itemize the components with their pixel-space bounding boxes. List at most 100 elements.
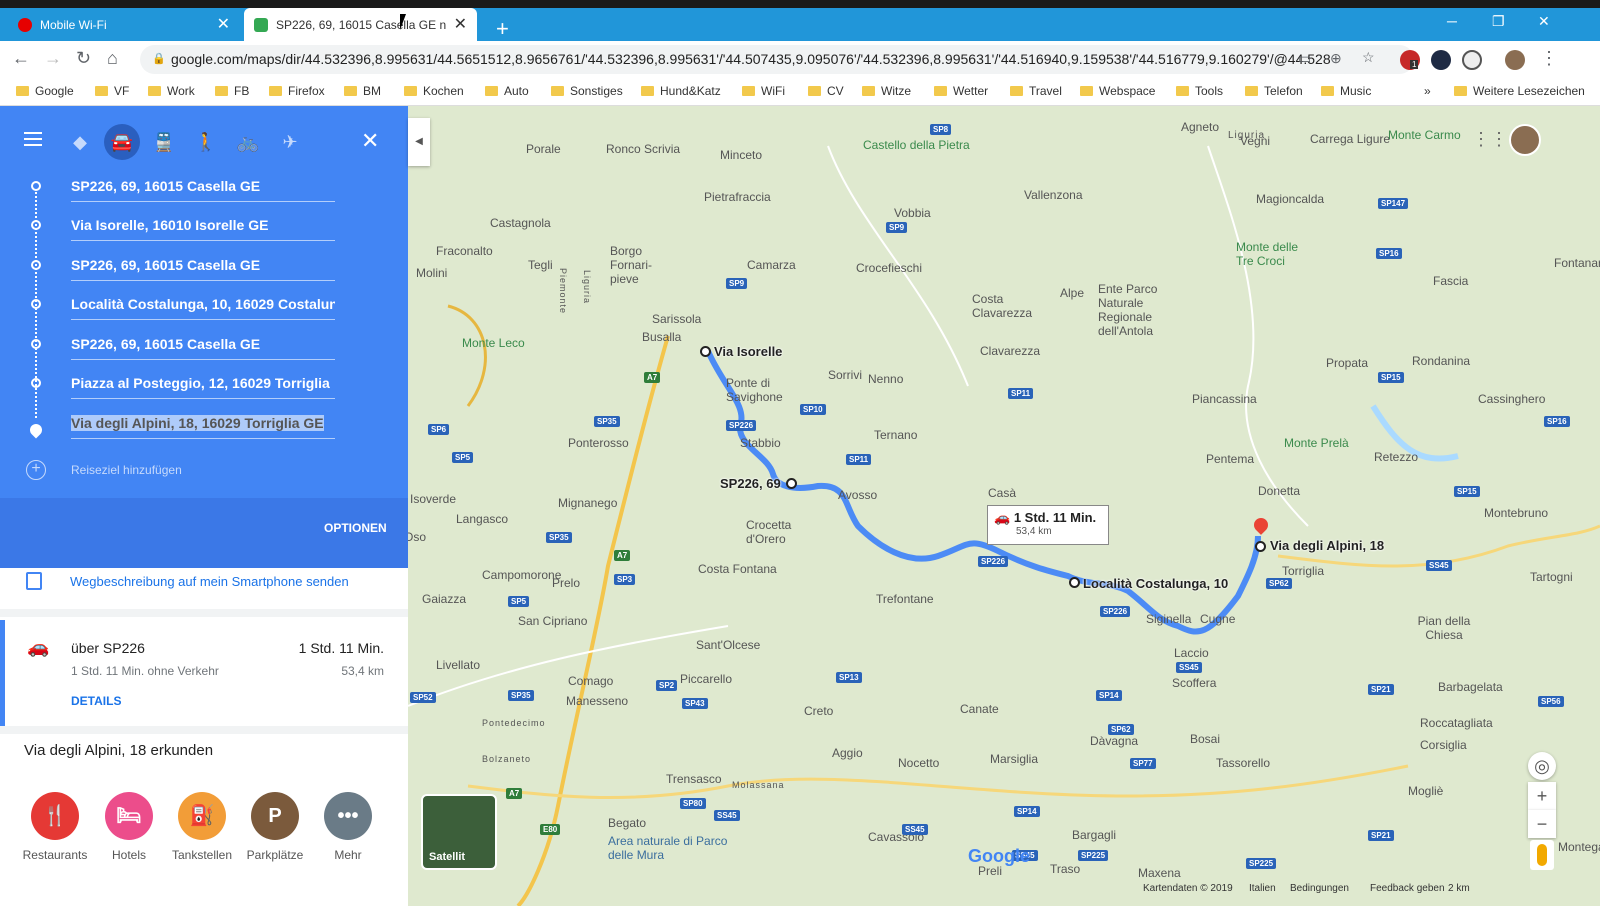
add-destination-icon[interactable]: + — [26, 460, 46, 480]
stop-input-3[interactable]: SP226, 69, 16015 Casella GE — [71, 255, 335, 281]
bookmark-wetter[interactable]: Wetter — [934, 84, 988, 98]
stop-input-4[interactable]: Località Costalunga, 10, 16029 Costalung… — [71, 294, 335, 320]
collapse-panel-button[interactable]: ◀ — [408, 118, 430, 166]
stop-input-6[interactable]: Piazza al Posteggio, 12, 16029 Torriglia — [71, 373, 335, 399]
close-tab-icon[interactable]: ✕ — [454, 16, 467, 33]
stop-input-2[interactable]: Via Isorelle, 16010 Isorelle GE — [71, 215, 335, 241]
road-shield: SP6 — [428, 424, 450, 435]
install-icon[interactable]: ⊕ — [1330, 50, 1342, 67]
bookmark-bm[interactable]: BM — [344, 84, 381, 98]
reload-icon[interactable]: ↻ — [76, 48, 91, 69]
profile-avatar[interactable] — [1505, 50, 1525, 70]
bookmark-label: Sonstiges — [570, 84, 623, 98]
star-icon[interactable]: ☆ — [1362, 49, 1375, 66]
place-label: Rondanina — [1412, 354, 1471, 368]
waypoint-marker[interactable] — [786, 478, 797, 489]
forward-icon[interactable]: → — [44, 48, 62, 69]
bookmark-witze[interactable]: Witze — [862, 84, 911, 98]
place-label: Ponterosso — [568, 436, 629, 450]
back-icon[interactable]: ← — [12, 48, 30, 69]
bookmark-fb[interactable]: FB — [215, 84, 249, 98]
poi-hotels[interactable]: 🛏 Hotels — [94, 792, 164, 862]
my-location-button[interactable]: ◎ — [1528, 752, 1556, 780]
bookmark-travel[interactable]: Travel — [1010, 84, 1062, 98]
minimize-button[interactable]: ─ — [1447, 13, 1457, 29]
stop-input-5[interactable]: SP226, 69, 16015 Casella GE — [71, 334, 335, 360]
bookmark-auto[interactable]: Auto — [485, 84, 529, 98]
place-label: Begato — [608, 816, 647, 830]
footer-feedback[interactable]: Feedback geben — [1370, 883, 1445, 894]
bookmark-kochen[interactable]: Kochen — [404, 84, 464, 98]
walking-mode-icon[interactable]: 🚶 — [188, 124, 224, 160]
bookmark-google[interactable]: Google — [16, 84, 74, 98]
bookmark-work[interactable]: Work — [148, 84, 195, 98]
bookmark-cv[interactable]: CV — [808, 84, 844, 98]
bookmark-vf[interactable]: VF — [95, 84, 129, 98]
bookmark-sonstiges[interactable]: Sonstiges — [551, 84, 623, 98]
bookmarks-more-button[interactable]: » — [1424, 84, 1431, 98]
options-button[interactable]: OPTIONEN — [324, 521, 387, 535]
stop-input-1[interactable]: SP226, 69, 16015 Casella GE — [71, 176, 335, 202]
bookmark-webspace[interactable]: Webspace — [1080, 84, 1155, 98]
bookmark-hundkatz[interactable]: Hund&Katz — [641, 84, 721, 98]
send-to-phone-icon[interactable] — [26, 572, 42, 590]
home-icon[interactable]: ⌂ — [107, 48, 118, 69]
maximize-button[interactable]: ❐ — [1492, 13, 1505, 30]
tab-google-maps[interactable]: SP226, 69, 16015 Casella GE nach ✕ — [244, 8, 477, 41]
flight-mode-icon[interactable]: ✈ — [272, 124, 308, 160]
car-mode-icon[interactable]: 🚘 — [104, 124, 140, 160]
waypoint-marker[interactable] — [1255, 541, 1266, 552]
ss45-road — [467, 764, 1409, 800]
waypoint-marker[interactable] — [1069, 577, 1080, 588]
footer-country[interactable]: Italien — [1249, 883, 1276, 894]
bookmark-telefon[interactable]: Telefon — [1245, 84, 1303, 98]
other-bookmarks[interactable]: Weitere Lesezeichen — [1454, 84, 1585, 98]
hamburger-menu-icon[interactable] — [24, 132, 42, 146]
bookmark-label: Kochen — [423, 84, 464, 98]
poi-gas-stations[interactable]: ⛽ Tankstellen — [167, 792, 237, 862]
send-to-phone-link[interactable]: Wegbeschreibung auf mein Smartphone send… — [70, 574, 349, 589]
place-label: Crocetta d'Orero — [746, 518, 792, 546]
bookmark-firefox[interactable]: Firefox — [269, 84, 325, 98]
apps-grid-icon[interactable]: ⋮⋮ — [1472, 130, 1508, 148]
close-window-button[interactable]: ✕ — [1538, 13, 1550, 30]
satellite-toggle[interactable]: Satellit — [421, 794, 497, 870]
zoom-out-button[interactable]: − — [1528, 810, 1556, 838]
close-tab-icon[interactable]: ✕ — [217, 16, 230, 33]
recommended-mode-icon[interactable]: ◆ — [62, 124, 98, 160]
route-option[interactable]: 🚗 über SP226 1 Std. 11 Min. 1 Std. 11 Mi… — [0, 620, 408, 726]
poi-restaurants[interactable]: 🍴 Restaurants — [20, 792, 90, 862]
add-destination-link[interactable]: Reiseziel hinzufügen — [71, 463, 182, 477]
screenshot-icon[interactable] — [1462, 50, 1482, 70]
place-label: Aggio — [832, 746, 863, 760]
new-tab-button[interactable]: + — [496, 16, 509, 42]
account-avatar[interactable] — [1509, 124, 1541, 156]
tab-mobile-wifi[interactable]: Mobile Wi-Fi ✕ — [8, 8, 240, 41]
cast-icon[interactable]: ▭ — [1298, 50, 1311, 67]
bicycle-mode-icon[interactable]: 🚲 — [230, 124, 266, 160]
bookmark-wifi[interactable]: WiFi — [742, 84, 785, 98]
bookmark-label: Travel — [1029, 84, 1062, 98]
road-shield: SP5 — [508, 596, 530, 607]
bookmark-tools[interactable]: Tools — [1176, 84, 1223, 98]
transit-mode-icon[interactable]: 🚆 — [146, 124, 182, 160]
close-directions-button[interactable]: ✕ — [361, 128, 379, 154]
footer-terms[interactable]: Bedingungen — [1290, 883, 1349, 894]
pegman-icon[interactable] — [1530, 840, 1554, 870]
menu-dots-icon[interactable]: ⋮ — [1540, 48, 1558, 69]
poi-parking[interactable]: P Parkplätze — [240, 792, 310, 862]
place-label: Camarza — [747, 258, 796, 272]
place-label: Propata — [1326, 356, 1369, 370]
stop-input-destination[interactable]: Via degli Alpini, 18, 16029 Torriglia GE — [71, 413, 335, 439]
address-bar[interactable]: 🔒 google.com/maps/dir/44.532396,8.995631… — [140, 45, 1414, 74]
route-info-bubble[interactable]: 🚗 1 Std. 11 Min. 53,4 km — [987, 505, 1109, 545]
details-button[interactable]: DETAILS — [71, 694, 121, 708]
map-canvas[interactable]: Porale Ronco Scrivia Minceto Castello de… — [404, 106, 1600, 906]
shield-icon[interactable] — [1431, 50, 1451, 70]
zoom-in-button[interactable]: + — [1528, 782, 1556, 810]
poi-more[interactable]: ••• Mehr — [313, 792, 383, 862]
waypoint-marker[interactable] — [700, 346, 711, 357]
place-label: Alpe — [1060, 286, 1085, 300]
waypoint-label: Località Costalunga, 10 — [1083, 576, 1229, 591]
bookmark-music[interactable]: Music — [1321, 84, 1371, 98]
